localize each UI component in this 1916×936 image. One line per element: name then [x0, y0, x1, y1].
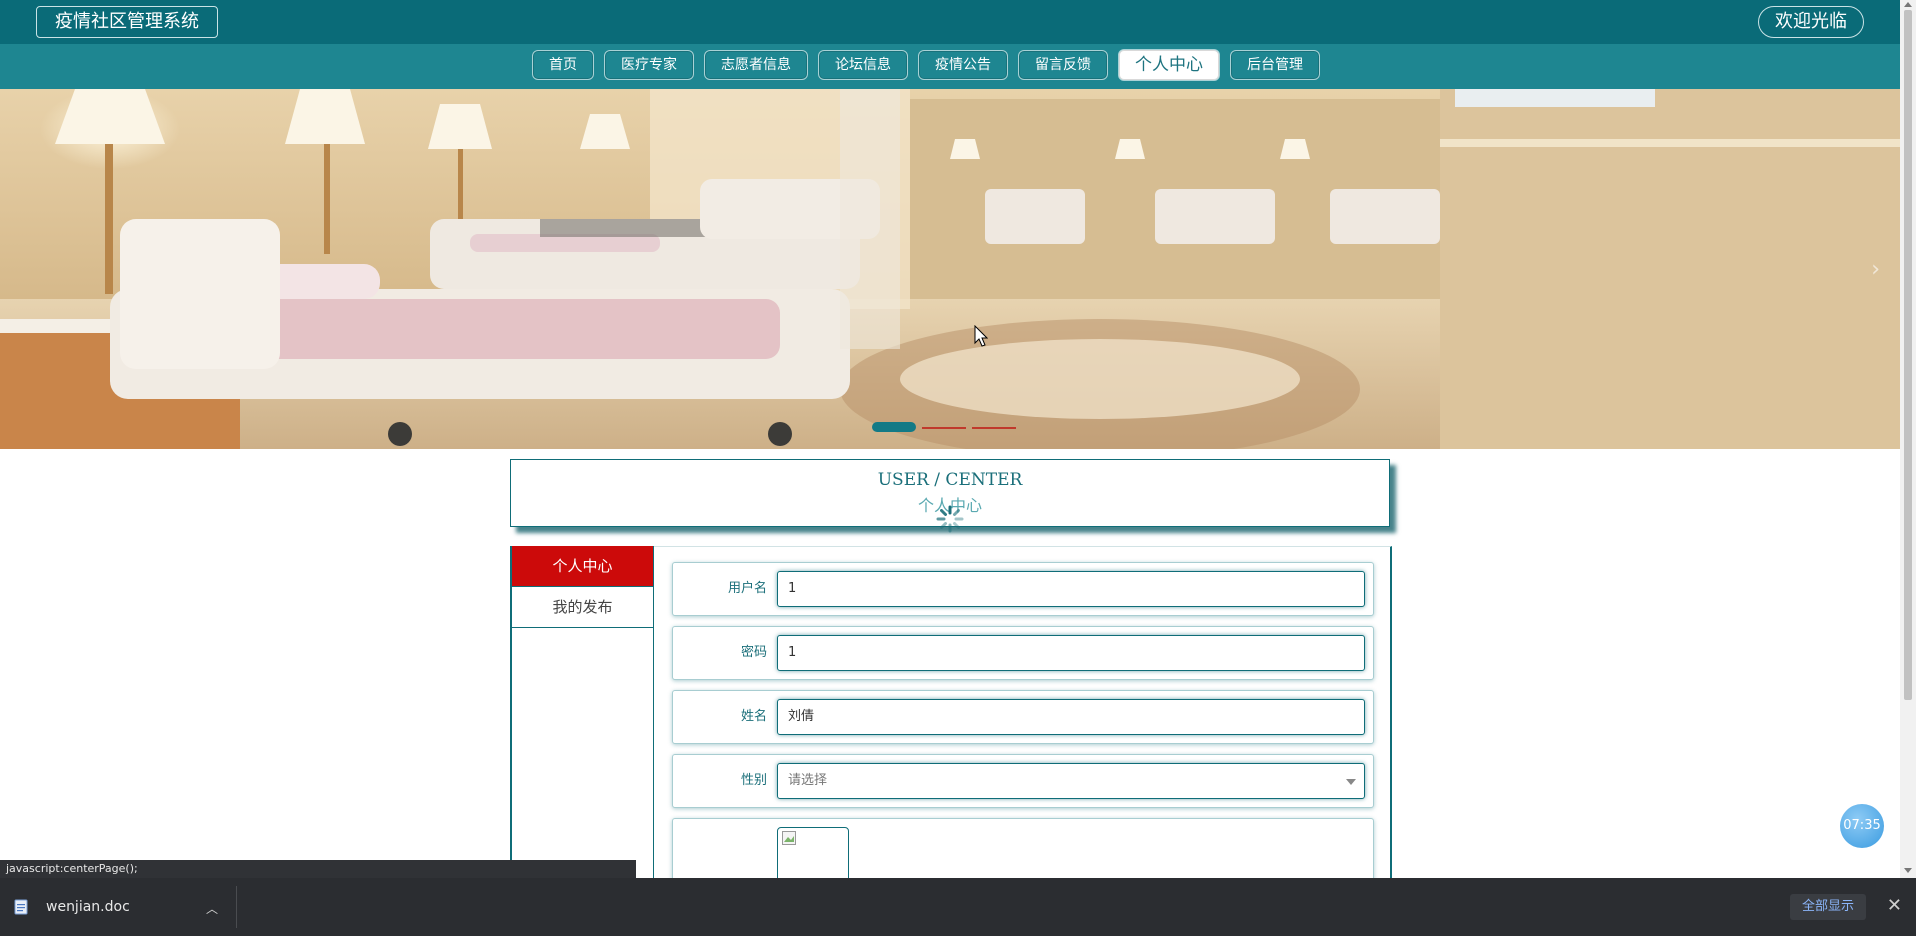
main-nav: 首页 医疗专家 志愿者信息 论坛信息 疫情公告 留言反馈 个人中心 后台管理 — [0, 44, 1900, 89]
name-label: 姓名 — [740, 709, 767, 724]
broken-image-icon — [782, 831, 796, 845]
scroll-thumb[interactable] — [1904, 10, 1912, 700]
banner-carousel[interactable]: › — [0, 89, 1900, 449]
top-bar: 疫情社区管理系统 欢迎光临 — [0, 0, 1900, 44]
show-all-button[interactable]: 全部显示 — [1789, 894, 1866, 920]
scroll-down-icon[interactable] — [1904, 868, 1912, 873]
chevron-up-icon[interactable]: ︿ — [206, 900, 218, 917]
chevron-down-icon — [1346, 779, 1356, 785]
page-scrollbar[interactable] — [1900, 0, 1916, 878]
download-file-name: wenjian.doc — [46, 899, 130, 915]
site-title[interactable]: 疫情社区管理系统 — [36, 6, 218, 38]
welcome-badge: 欢迎光临 — [1758, 6, 1864, 38]
username-label: 用户名 — [727, 581, 767, 596]
download-divider — [236, 886, 237, 928]
sidebar-item-user-center[interactable]: 个人中心 — [512, 546, 653, 587]
carousel-dot[interactable] — [872, 422, 916, 432]
sidebar: 个人中心 我的发布 — [510, 546, 654, 886]
gender-select[interactable]: 请选择 — [777, 763, 1365, 799]
nav-item-home[interactable]: 首页 — [532, 50, 594, 80]
gender-select-placeholder: 请选择 — [788, 773, 828, 788]
carousel-dot[interactable] — [922, 427, 966, 429]
nav-item-forum[interactable]: 论坛信息 — [818, 50, 908, 80]
download-bar: wenjian.doc ︿ 全部显示 ✕ — [0, 878, 1916, 936]
nav-item-admin[interactable]: 后台管理 — [1230, 50, 1320, 80]
carousel-indicators — [872, 422, 1016, 432]
sidebar-item-my-posts[interactable]: 我的发布 — [512, 587, 653, 628]
nav-item-announcements[interactable]: 疫情公告 — [918, 50, 1008, 80]
form-row-password: 密码 1 — [672, 626, 1374, 680]
form-row-username: 用户名 1 — [672, 562, 1374, 616]
nav-item-feedback[interactable]: 留言反馈 — [1018, 50, 1108, 80]
form-row-name: 姓名 刘倩 — [672, 690, 1374, 744]
password-label: 密码 — [740, 645, 767, 660]
user-center-title-en: USER / CENTER — [877, 470, 1023, 490]
form-row-gender: 性别 请选择 — [672, 754, 1374, 808]
page: 疫情社区管理系统 欢迎光临 首页 医疗专家 志愿者信息 论坛信息 疫情公告 留言… — [0, 0, 1916, 936]
scroll-up-icon[interactable] — [1904, 2, 1912, 7]
carousel-dot[interactable] — [972, 427, 1016, 429]
username-input[interactable]: 1 — [777, 571, 1365, 607]
nav-list: 首页 医疗专家 志愿者信息 论坛信息 疫情公告 留言反馈 个人中心 后台管理 — [532, 49, 1320, 81]
carousel-next-icon[interactable]: › — [1871, 257, 1880, 282]
hospital-ward-image — [0, 89, 1900, 449]
name-input[interactable]: 刘倩 — [777, 699, 1365, 735]
document-icon — [14, 899, 28, 915]
nav-item-volunteers[interactable]: 志愿者信息 — [704, 50, 808, 80]
status-url: javascript:centerPage(); — [0, 860, 636, 878]
nav-item-medical-experts[interactable]: 医疗专家 — [604, 50, 694, 80]
download-item[interactable]: wenjian.doc — [14, 892, 130, 922]
close-icon[interactable]: ✕ — [1887, 895, 1902, 916]
nav-item-user-center[interactable]: 个人中心 — [1118, 49, 1220, 81]
clock-badge[interactable]: 07:35 — [1840, 804, 1884, 848]
loading-spinner-icon — [936, 505, 964, 533]
password-input[interactable]: 1 — [777, 635, 1365, 671]
gender-label: 性别 — [740, 773, 767, 788]
mouse-cursor-icon — [974, 325, 988, 347]
